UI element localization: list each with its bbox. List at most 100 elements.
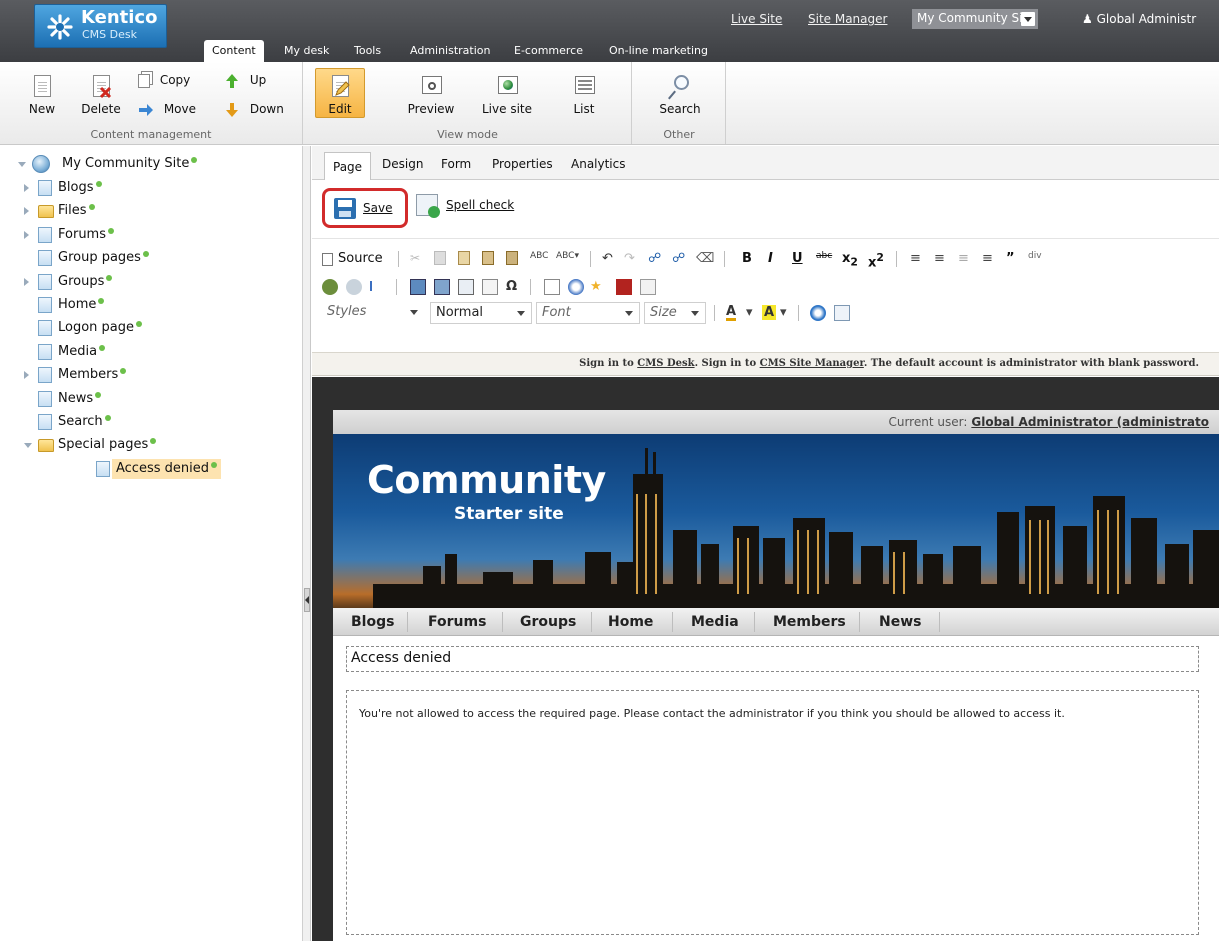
tab-analytics[interactable]: Analytics <box>571 154 626 174</box>
delete-button[interactable]: Delete <box>78 74 124 116</box>
save-button[interactable]: Save <box>322 188 408 228</box>
blockquote-icon[interactable]: ” <box>1006 251 1015 266</box>
down-button[interactable]: Down <box>224 100 284 118</box>
undo-icon[interactable]: ↶ <box>602 251 613 266</box>
maximize-icon[interactable] <box>834 305 850 321</box>
special-char-icon[interactable]: Ω <box>506 279 517 294</box>
subscript-icon[interactable]: x2 <box>842 251 858 269</box>
page-title-editable-region[interactable]: Access denied <box>346 646 1199 672</box>
styles-dropdown[interactable]: Styles <box>322 302 424 324</box>
paste-word-icon[interactable] <box>506 251 518 265</box>
numbered-list-icon[interactable]: ≡ <box>910 251 921 266</box>
unlink-icon[interactable] <box>346 279 362 295</box>
tab-administration[interactable]: Administration <box>410 40 491 62</box>
nav-blogs[interactable]: Blogs <box>351 614 394 630</box>
expand-arrow-icon[interactable] <box>24 184 29 192</box>
quickly-insert-image-icon[interactable] <box>568 279 584 295</box>
site-manager-link[interactable]: Site Manager <box>808 12 887 26</box>
move-button[interactable]: Move <box>138 100 196 118</box>
indent-icon[interactable]: ≡ <box>982 251 993 266</box>
superscript-icon[interactable]: x2 <box>868 251 884 270</box>
collapse-arrow-icon[interactable] <box>24 443 32 449</box>
edit-button[interactable]: Edit <box>315 68 365 118</box>
copy-icon[interactable] <box>434 251 446 265</box>
source-button[interactable]: Source <box>338 251 383 266</box>
bulleted-list-icon[interactable]: ≡ <box>934 251 945 266</box>
expand-arrow-icon[interactable] <box>24 277 29 286</box>
tab-e-commerce[interactable]: E-commerce <box>514 40 583 62</box>
background-color-icon[interactable]: A <box>762 305 777 320</box>
scayt-dropdown-icon[interactable]: ABC▾ <box>556 251 579 261</box>
strikethrough-icon[interactable]: abc <box>816 251 832 261</box>
live-site-button[interactable]: Live site <box>478 74 536 116</box>
tab-properties[interactable]: Properties <box>492 154 553 174</box>
copy-button[interactable]: Copy <box>138 71 190 89</box>
remove-format-icon[interactable]: ⌫ <box>696 251 714 266</box>
tab-my-desk[interactable]: My desk <box>284 40 329 62</box>
cms-site-manager-link[interactable]: CMS Site Manager <box>760 358 864 369</box>
published-status-icon <box>136 321 143 328</box>
nav-members[interactable]: Members <box>773 614 846 630</box>
live-site-link[interactable]: Live Site <box>731 12 782 26</box>
insert-flash-icon[interactable] <box>640 279 656 295</box>
list-button[interactable]: List <box>566 74 602 116</box>
chevron-down-icon <box>410 310 418 315</box>
text-color-icon[interactable]: A <box>726 305 737 321</box>
nav-home[interactable]: Home <box>608 614 653 630</box>
insert-table-icon[interactable] <box>458 279 474 295</box>
collapse-panel-icon[interactable] <box>304 588 310 612</box>
nav-media[interactable]: Media <box>691 614 739 630</box>
underline-icon[interactable]: U <box>792 251 803 266</box>
chevron-down-icon[interactable]: ▾ <box>746 305 753 320</box>
find-icon[interactable]: ☍ <box>648 251 661 266</box>
tab-tools[interactable]: Tools <box>354 40 381 62</box>
create-div-icon[interactable]: div <box>1028 251 1042 261</box>
spellcheck-abc-icon[interactable]: ABC <box>530 251 548 261</box>
nav-groups[interactable]: Groups <box>520 614 576 630</box>
up-button[interactable]: Up <box>224 71 266 89</box>
paste-icon[interactable] <box>458 251 470 265</box>
format-dropdown[interactable]: Normal <box>430 302 532 324</box>
font-dropdown[interactable]: Font <box>536 302 640 324</box>
chevron-down-icon <box>691 311 699 316</box>
cut-icon[interactable]: ✂ <box>410 251 426 267</box>
tab-form[interactable]: Form <box>441 154 471 174</box>
current-user-menu[interactable]: ♟ Global Administr <box>1082 12 1196 26</box>
page-body-editable-region[interactable]: You're not allowed to access the require… <box>346 690 1199 935</box>
tab-content[interactable]: Content <box>204 40 264 62</box>
italic-icon[interactable]: I <box>768 251 773 266</box>
new-button[interactable]: New <box>24 74 60 116</box>
collapse-arrow-icon[interactable] <box>18 162 26 167</box>
redo-icon[interactable]: ↷ <box>624 251 635 266</box>
anchor-flag-icon[interactable] <box>370 281 380 291</box>
size-dropdown[interactable]: Size <box>644 302 706 324</box>
tab-design[interactable]: Design <box>382 154 423 174</box>
chevron-down-icon[interactable]: ▾ <box>780 305 787 320</box>
outdent-icon[interactable]: ≡ <box>958 251 969 266</box>
insert-macro-icon[interactable] <box>810 305 826 321</box>
cms-desk-link[interactable]: CMS Desk <box>637 358 694 369</box>
preview-button[interactable]: Preview <box>404 74 458 116</box>
expand-arrow-icon[interactable] <box>24 371 29 380</box>
horizontal-rule-icon[interactable] <box>482 279 498 295</box>
insert-media-icon[interactable] <box>434 279 450 295</box>
current-user-link[interactable]: Global Administrator (administrato <box>971 415 1209 429</box>
expand-arrow-icon[interactable] <box>24 207 29 216</box>
youtube-icon[interactable] <box>616 279 632 295</box>
bold-icon[interactable]: B <box>742 251 752 266</box>
nav-news[interactable]: News <box>879 614 921 630</box>
insert-image-icon[interactable] <box>410 279 426 295</box>
tab-online-marketing[interactable]: On-line marketing <box>609 40 708 62</box>
nav-forums[interactable]: Forums <box>428 614 486 630</box>
insert-link-icon[interactable] <box>322 279 338 295</box>
expand-arrow-icon[interactable] <box>24 230 29 239</box>
panel-splitter[interactable] <box>303 146 311 941</box>
search-button[interactable]: Search <box>653 74 707 116</box>
insert-widget-star-icon[interactable]: ★ <box>590 279 602 294</box>
site-selector[interactable]: My Community Site <box>912 9 1038 29</box>
paste-text-icon[interactable] <box>482 251 494 265</box>
replace-icon[interactable]: ☍ <box>672 251 685 266</box>
tab-page[interactable]: Page <box>324 152 372 180</box>
chevron-down-icon[interactable] <box>1021 12 1035 26</box>
page-break-icon[interactable] <box>544 279 560 295</box>
